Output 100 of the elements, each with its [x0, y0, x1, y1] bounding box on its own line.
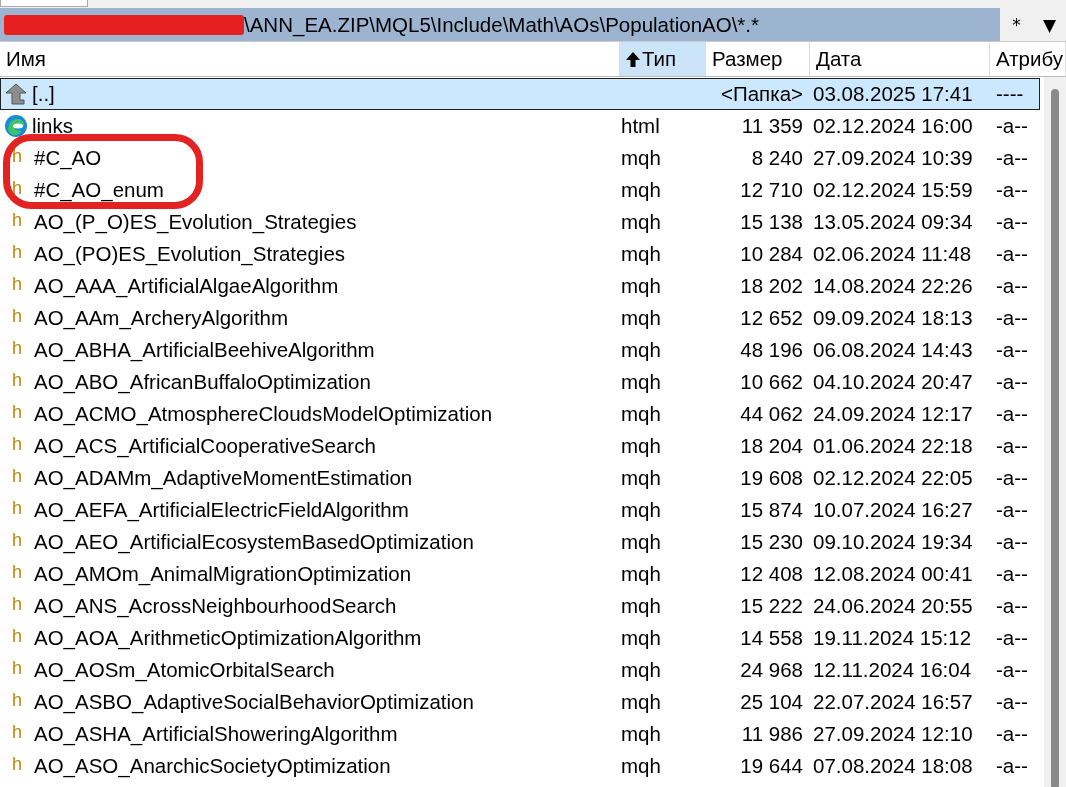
- file-type: mqh: [621, 498, 661, 521]
- file-name: AO_ASHA_ArtificialShoweringAlgorithm: [34, 722, 398, 746]
- file-attributes: -a--: [996, 658, 1028, 681]
- file-size: 11 986: [741, 722, 803, 745]
- file-date: 19.11.2024 15:12: [813, 626, 972, 649]
- file-type: mqh: [621, 210, 661, 233]
- file-attributes: -a--: [996, 594, 1028, 617]
- file-row[interactable]: h #C_AO_enum mqh 12 710 02.12.2024 15:59 -a--: [0, 174, 1040, 206]
- file-size: 11 359: [741, 114, 803, 137]
- file-size: <Папка>: [721, 82, 803, 105]
- file-size: 19 644: [740, 754, 803, 777]
- file-row[interactable]: h AO_ASHA_ArtificialShoweringAlgorithm mqh 11 986 27.09.2024 12:10 -a--: [0, 718, 1040, 750]
- file-date: 04.10.2024 20:47: [813, 370, 973, 393]
- file-type-icon: h: [12, 274, 34, 298]
- file-name: AO_AMOm_AnimalMigrationOptimization: [34, 562, 412, 586]
- file-date: 01.06.2024 22:18: [813, 434, 973, 457]
- file-type-icon: h: [12, 146, 34, 170]
- file-date: 07.08.2024 18:08: [813, 754, 973, 777]
- file-row[interactable]: h AO_ABO_AfricanBuffaloOptimization mqh 10 662 04.10.2024 20:47 -a--: [0, 366, 1040, 398]
- file-size: 15 222: [740, 594, 803, 617]
- file-type: mqh: [621, 754, 661, 777]
- file-row[interactable]: h AO_ASBO_AdaptiveSocialBehaviorOptimization mqh 25 104 22.07.2024 16:57 -a--: [0, 686, 1040, 718]
- file-type-icon: h: [12, 530, 34, 554]
- file-type: mqh: [621, 370, 661, 393]
- file-date: 22.07.2024 16:57: [813, 690, 973, 713]
- scrollbar-thumb[interactable]: [1051, 89, 1059, 787]
- file-size: 12 710: [740, 178, 803, 201]
- file-size: 19 608: [740, 466, 803, 489]
- file-type: mqh: [621, 562, 661, 585]
- file-row[interactable]: h #C_AO mqh 8 240 27.09.2024 10:39 -a--: [0, 142, 1040, 174]
- file-attributes: -a--: [996, 498, 1028, 521]
- file-row[interactable]: [..] <Папка> 03.08.2025 17:41 ----: [0, 78, 1040, 110]
- file-type: html: [621, 114, 660, 137]
- file-date: 12.11.2024 16:04: [813, 658, 972, 681]
- file-name: AO_ACS_ArtificialCooperativeSearch: [34, 434, 376, 458]
- file-size: 24 968: [740, 658, 803, 681]
- file-size: 44 062: [740, 402, 803, 425]
- file-size: 18 204: [740, 434, 803, 457]
- file-attributes: -a--: [996, 626, 1028, 649]
- file-row[interactable]: h AO_AEFA_ArtificialElectricFieldAlgorithm mqh 15 874 10.07.2024 16:27 -a--: [0, 494, 1040, 526]
- file-row[interactable]: links html 11 359 02.12.2024 16:00 -a--: [0, 110, 1040, 142]
- file-row[interactable]: h AO_(P_O)ES_Evolution_Strategies mqh 15 138 13.05.2024 09:34 -a--: [0, 206, 1040, 238]
- file-name: AO_ADAMm_AdaptiveMomentEstimation: [34, 466, 413, 490]
- file-type-icon: h: [12, 338, 34, 362]
- file-name: AO_AAm_ArcheryAlgorithm: [34, 306, 289, 330]
- file-name: [..]: [32, 82, 55, 106]
- web-file-icon: [4, 114, 28, 138]
- file-row[interactable]: h AO_ABHA_ArtificialBeehiveAlgorithm mqh 48 196 06.08.2024 14:43 -a--: [0, 334, 1040, 366]
- file-type-icon: h: [12, 498, 34, 522]
- file-type-icon: h: [12, 434, 34, 458]
- file-row[interactable]: h AO_AAm_ArcheryAlgorithm mqh 12 652 09.09.2024 18:13 -a--: [0, 302, 1040, 334]
- scrollbar[interactable]: [1044, 77, 1066, 787]
- file-size: 12 652: [740, 306, 803, 329]
- file-type-icon: h: [12, 562, 34, 586]
- file-row[interactable]: h AO_ANS_AcrossNeighbourhoodSearch mqh 15 222 24.06.2024 20:55 -a--: [0, 590, 1040, 622]
- file-type-icon: h: [12, 402, 34, 426]
- file-type-icon: h: [12, 178, 34, 202]
- file-type-icon: h: [12, 210, 34, 234]
- file-date: 24.06.2024 20:55: [813, 594, 973, 617]
- file-type-icon: h: [12, 754, 34, 778]
- file-size: 25 104: [740, 690, 803, 713]
- file-type: mqh: [621, 402, 661, 425]
- file-row[interactable]: h AO_AOA_ArithmeticOptimizationAlgorithm mqh 14 558 19.11.2024 15:12 -a--: [0, 622, 1040, 654]
- file-attributes: -a--: [996, 274, 1028, 297]
- file-name: AO_(PO)ES_Evolution_Strategies: [34, 242, 346, 266]
- file-row[interactable]: h AO_AEO_ArtificialEcosystemBasedOptimization mqh 15 230 09.10.2024 19:34 -a--: [0, 526, 1040, 558]
- file-date: 14.08.2024 22:26: [813, 274, 973, 297]
- file-row[interactable]: h AO_ACMO_AtmosphereCloudsModelOptimization mqh 44 062 24.09.2024 12:17 -a--: [0, 398, 1040, 430]
- path-bar[interactable]: \ANN_EA.ZIP\MQL5\Include\Math\AOs\PopulationAO\*.*: [0, 8, 1000, 41]
- file-date: 09.10.2024 19:34: [813, 530, 973, 553]
- path-text: \ANN_EA.ZIP\MQL5\Include\Math\AOs\PopulationAO\*.*: [244, 12, 759, 37]
- column-header[interactable]: Тип: [620, 42, 706, 76]
- file-row[interactable]: h AO_AOSm_AtomicOrbitalSearch mqh 24 968 12.11.2024 16:04 -a--: [0, 654, 1040, 686]
- file-attributes: -a--: [996, 722, 1028, 745]
- file-size: 10 662: [740, 370, 803, 393]
- file-row[interactable]: h AO_(PO)ES_Evolution_Strategies mqh 10 284 02.06.2024 11:48 -a--: [0, 238, 1040, 270]
- file-size: 15 230: [740, 530, 803, 553]
- file-date: 02.12.2024 15:59: [813, 178, 973, 201]
- file-date: 06.08.2024 14:43: [813, 338, 973, 361]
- file-name: AO_ABO_AfricanBuffaloOptimization: [34, 370, 371, 394]
- file-name: AO_AEO_ArtificialEcosystemBasedOptimization: [34, 530, 474, 554]
- file-row[interactable]: h AO_ADAMm_AdaptiveMomentEstimation mqh 19 608 02.12.2024 22:05 -a--: [0, 462, 1040, 494]
- file-size: 15 138: [740, 210, 803, 233]
- file-type: mqh: [621, 242, 661, 265]
- file-type-icon: h: [12, 722, 34, 746]
- file-type: mqh: [621, 658, 661, 681]
- file-row[interactable]: h AO_ACS_ArtificialCooperativeSearch mqh 18 204 01.06.2024 22:18 -a--: [0, 430, 1040, 462]
- up-arrow-icon: [4, 82, 28, 106]
- file-attributes: -a--: [996, 306, 1028, 329]
- file-row[interactable]: h AO_ASO_AnarchicSocietyOptimization mqh 19 644 07.08.2024 18:08 -a--: [0, 750, 1040, 782]
- file-name: links: [32, 114, 73, 138]
- sort-up-icon: [626, 51, 640, 67]
- file-row[interactable]: h AO_AAA_ArtificialAlgaeAlgorithm mqh 18 202 14.08.2024 22:26 -a--: [0, 270, 1040, 302]
- file-type: mqh: [621, 466, 661, 489]
- file-name: AO_ASO_AnarchicSocietyOptimization: [34, 754, 391, 778]
- file-name: AO_AEFA_ArtificialElectricFieldAlgorithm: [34, 498, 409, 522]
- file-attributes: -a--: [996, 402, 1028, 425]
- file-row[interactable]: h AO_AMOm_AnimalMigrationOptimization mqh 12 408 12.08.2024 00:41 -a--: [0, 558, 1040, 590]
- file-type-icon: h: [12, 466, 34, 490]
- file-attributes: -a--: [996, 434, 1028, 457]
